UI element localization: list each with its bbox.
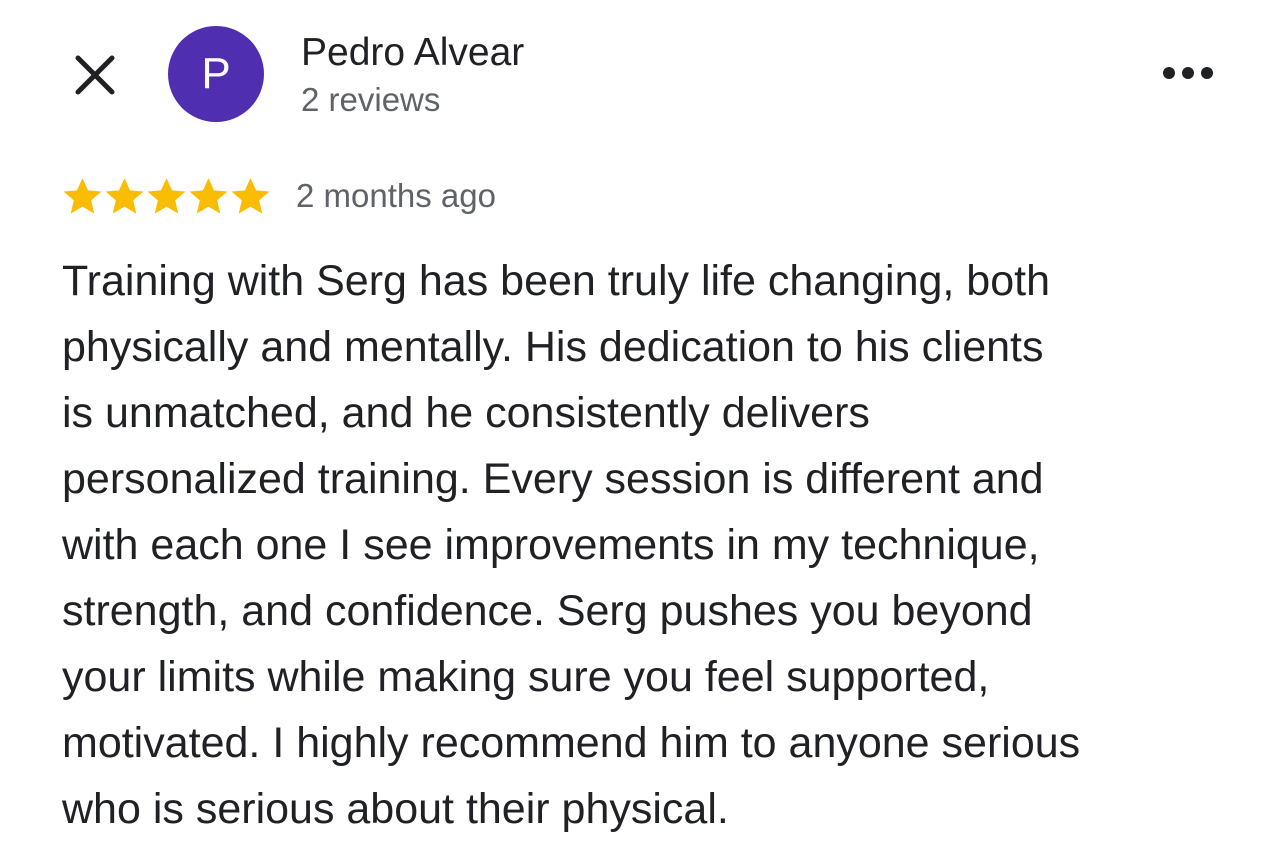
review-text-line: motivated. I highly recommend him to any… — [62, 719, 1081, 767]
star-rating — [62, 176, 271, 216]
star-icon — [104, 176, 145, 216]
reviewer-name[interactable]: Pedro Alvear — [301, 30, 524, 76]
review-date: 2 months ago — [296, 177, 496, 214]
close-icon — [70, 50, 120, 100]
review-text-line: your limits while making sure you feel s… — [62, 653, 990, 701]
review-text: Training with Serg has been truly life c… — [62, 248, 1252, 842]
more-horizontal-icon — [1156, 56, 1220, 90]
star-icon — [230, 176, 271, 216]
review-text-line: physically and mentally. His dedication … — [62, 323, 1044, 371]
review-text-line: is unmatched, and he consistently delive… — [62, 389, 870, 437]
review-text-line: Training with Serg has been truly life c… — [62, 257, 1050, 305]
review-text-line: personalized training. Every session is … — [62, 455, 1044, 503]
review-text-line: with each one I see improvements in my t… — [62, 521, 1040, 569]
close-button[interactable] — [70, 50, 120, 100]
star-icon — [62, 176, 103, 216]
reviewer-review-count: 2 reviews — [301, 81, 441, 118]
star-icon — [188, 176, 229, 216]
star-icon — [146, 176, 187, 216]
more-options-button[interactable] — [1156, 56, 1220, 90]
review-text-line: who is serious about their physical. — [62, 785, 729, 833]
review-text-line: strength, and confidence. Serg pushes yo… — [62, 587, 1033, 635]
avatar[interactable]: P — [168, 26, 264, 122]
